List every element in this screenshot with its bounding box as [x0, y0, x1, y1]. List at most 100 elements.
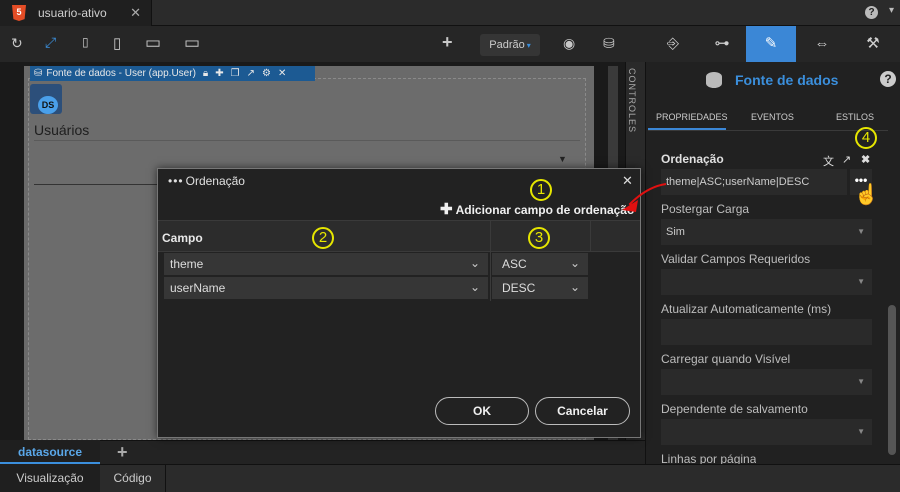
controls-label[interactable]: CONTROLES	[627, 68, 637, 133]
chevron-down-icon: ⌄	[569, 280, 580, 294]
sort-direction-select[interactable]: ASC ⌄	[492, 253, 588, 275]
chevron-down-icon: ⌄	[469, 280, 480, 294]
chevron-down-icon: ⌄	[569, 256, 580, 270]
sort-direction-value: DESC	[502, 281, 536, 295]
annotation-marker: 1	[530, 179, 552, 201]
phone-icon[interactable]: ▯	[82, 35, 89, 49]
atualizar-field[interactable]	[661, 319, 872, 345]
panel-title: Fonte de dados	[735, 72, 839, 88]
pin-icon[interactable]: ↗	[247, 68, 255, 79]
annotation-marker: 4	[855, 127, 877, 149]
tab-estilos[interactable]: ESTILOS	[836, 112, 874, 122]
annotation-arrow	[622, 183, 667, 212]
monitor-icon[interactable]: ▭	[184, 33, 200, 53]
divider	[648, 130, 888, 131]
sort-direction-select[interactable]: DESC ⌄	[492, 277, 588, 299]
postergar-select[interactable]: Sim ▼	[661, 219, 872, 245]
help-icon[interactable]: ?	[865, 6, 878, 19]
panel-scrollbar[interactable]	[888, 305, 896, 455]
help-icon[interactable]: ?	[880, 71, 896, 87]
clear-icon[interactable]: ✖	[861, 153, 870, 166]
validar-label: Validar Campos Requeridos	[661, 252, 811, 266]
ordenacao-label: Ordenação	[661, 152, 724, 166]
tablet-icon[interactable]: ▯	[113, 34, 121, 52]
refresh-icon[interactable]: ↻	[11, 35, 23, 52]
tab-eventos[interactable]: EVENTOS	[751, 112, 794, 122]
gear-icon[interactable]: ⚙	[262, 68, 271, 79]
theme-select[interactable]: Padrão ▾	[480, 34, 540, 56]
linhas-label: Linhas por página	[661, 452, 757, 464]
lock-icon[interactable]: 🔒︎	[203, 68, 208, 79]
tab-tools-icon[interactable]: ⚒	[848, 26, 898, 62]
hand-cursor-icon: ☝	[854, 184, 879, 206]
sort-field-value: userName	[170, 281, 226, 295]
postergar-value: Sim	[666, 226, 685, 238]
expand-icon[interactable]: ⤢	[45, 34, 56, 51]
ok-button[interactable]: OK	[435, 397, 529, 425]
datasource-header[interactable]: ⛁ Fonte de dados - User (app.User) 🔒︎ ✚ …	[30, 66, 315, 81]
theme-select-label: Padrão	[489, 39, 525, 51]
tab-edit-icon[interactable]: ✎	[746, 26, 796, 62]
column-header-campo: Campo	[162, 231, 203, 245]
ordenacao-field[interactable]: theme|ASC;userName|DESC	[661, 169, 847, 195]
external-link-icon[interactable]: ↗	[842, 153, 851, 166]
column-separator	[490, 221, 491, 301]
sort-direction-value: ASC	[502, 257, 527, 271]
caret-down-icon[interactable]: ▼	[558, 154, 567, 164]
caret-down-icon[interactable]: ▾	[889, 5, 894, 16]
database-small-icon: ⛁	[34, 68, 43, 79]
cancel-button[interactable]: Cancelar	[535, 397, 630, 425]
sort-field-value: theme	[170, 257, 204, 271]
validar-select[interactable]: ▼	[661, 269, 872, 295]
datasource-tab[interactable]: datasource	[0, 440, 100, 464]
desktop-icon[interactable]: ▭	[145, 33, 161, 53]
dependente-label: Dependente de salvamento	[661, 402, 808, 416]
dots-icon: •••	[168, 174, 184, 188]
datasource-header-label: Fonte de dados - User (app.User)	[46, 68, 196, 79]
ds-badge-label: DS	[38, 96, 58, 114]
plus-icon[interactable]: ✚	[215, 68, 223, 79]
dialog-title: ••• Ordenação	[168, 174, 245, 188]
column-separator	[590, 221, 591, 252]
annotation-marker: 3	[528, 227, 550, 249]
postergar-label: Postergar Carga	[661, 202, 750, 216]
usuarios-select-underline	[34, 184, 164, 185]
tab-visualizacao[interactable]: Visualização	[0, 464, 100, 492]
close-tab-icon[interactable]: ✕	[130, 5, 141, 21]
tab-tree-icon[interactable]: ⊶	[697, 26, 747, 62]
add-component-icon[interactable]: +	[442, 32, 453, 53]
add-tab-icon[interactable]: +	[117, 442, 128, 463]
dependente-select[interactable]: ▼	[661, 419, 872, 445]
database-icon	[706, 72, 722, 88]
close-icon[interactable]: ✕	[278, 68, 286, 79]
annotation-marker: 2	[312, 227, 334, 249]
designer-toolbar	[0, 26, 645, 62]
carregar-label: Carregar quando Visível	[661, 352, 791, 366]
caret-down-icon: ▼	[857, 427, 865, 436]
caret-down-icon: ▼	[857, 227, 865, 236]
grid-header	[158, 220, 640, 252]
chevron-down-icon: ⌄	[469, 256, 480, 270]
eye-icon[interactable]: ◉	[563, 35, 575, 52]
html5-icon: 5	[12, 5, 26, 21]
copy-icon[interactable]: ❐	[231, 68, 240, 79]
sort-field-select[interactable]: userName ⌄	[164, 277, 488, 299]
sort-field-select[interactable]: theme ⌄	[164, 253, 488, 275]
file-tab[interactable]: 5 usuario-ativo ✕	[0, 0, 152, 26]
tab-propriedades[interactable]: PROPRIEDADES	[656, 112, 728, 122]
tab-import-icon[interactable]: ⎆	[648, 26, 698, 62]
carregar-select[interactable]: ▼	[661, 369, 872, 395]
dialog-title-label: Ordenação	[185, 174, 245, 188]
tab-codigo[interactable]: Código	[100, 464, 166, 492]
tab-resize-icon[interactable]: ⇔	[797, 26, 847, 62]
translate-icon[interactable]: 文	[823, 153, 834, 169]
caret-down-icon: ▼	[857, 277, 865, 286]
properties-panel	[645, 26, 900, 464]
divider	[34, 140, 580, 141]
database-icon[interactable]: ⛁	[603, 35, 615, 52]
file-tab-label: usuario-ativo	[38, 6, 107, 20]
usuarios-label: Usuários	[34, 122, 90, 138]
caret-down-icon: ▼	[857, 377, 865, 386]
atualizar-label: Atualizar Automaticamente (ms)	[661, 302, 832, 316]
plus-icon: ✚	[440, 201, 453, 218]
